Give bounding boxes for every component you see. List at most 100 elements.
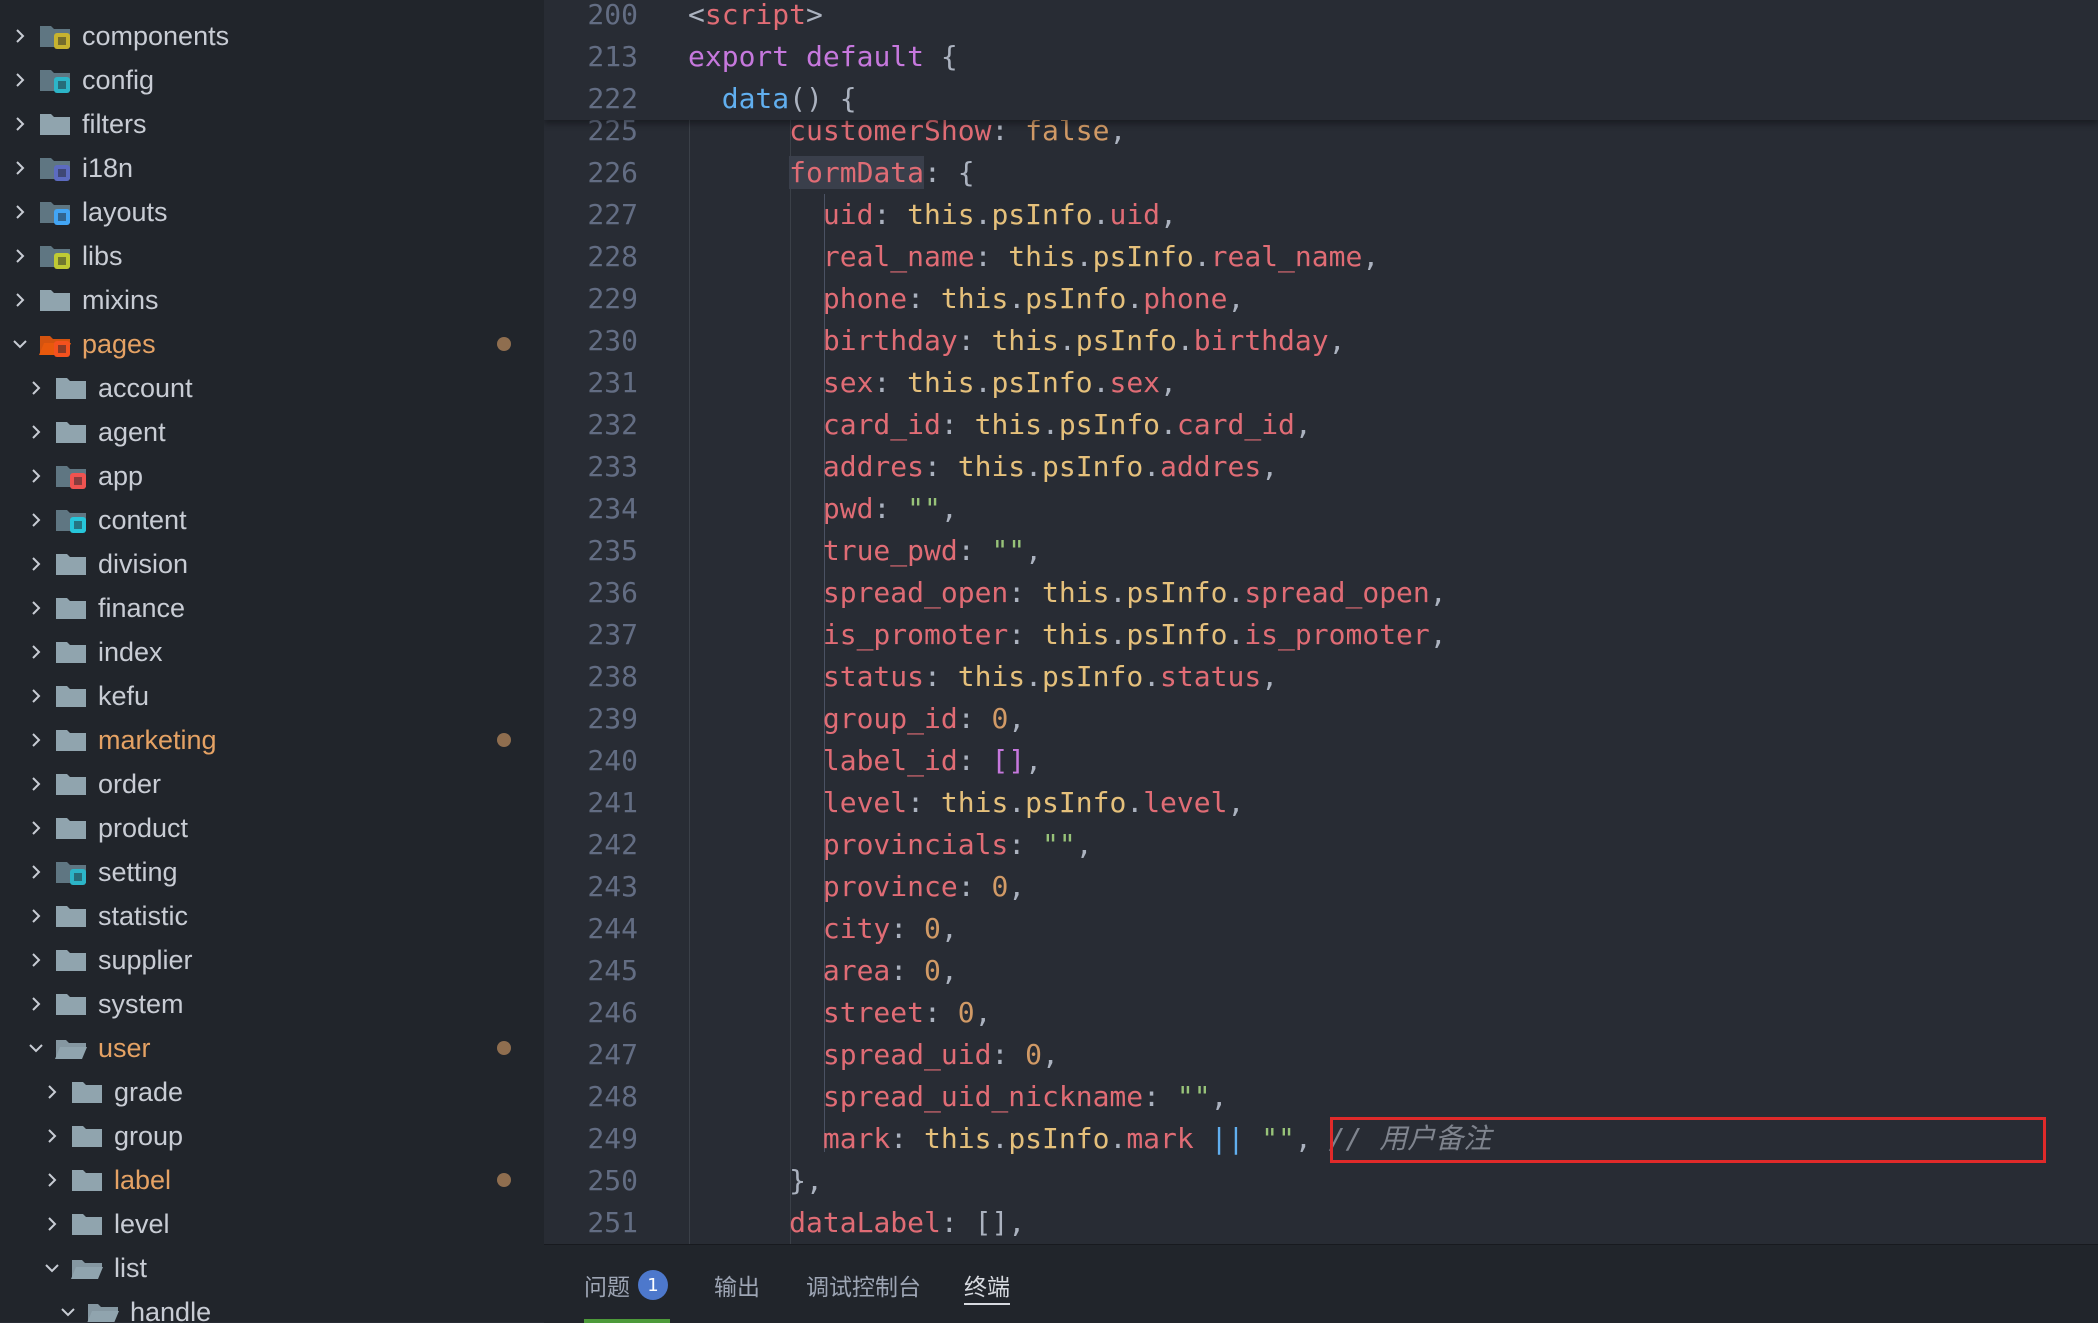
chevron-right-icon[interactable] [10, 26, 30, 46]
sticky-line[interactable]: 213 export default { [544, 36, 2098, 78]
chevron-right-icon[interactable] [10, 70, 30, 90]
tree-item-supplier[interactable]: supplier [0, 938, 544, 982]
tree-item-setting[interactable]: setting [0, 850, 544, 894]
chevron-right-icon[interactable] [26, 862, 46, 882]
tree-item-statistic[interactable]: statistic [0, 894, 544, 938]
chevron-right-icon[interactable] [26, 950, 46, 970]
folder-open-icon [86, 1298, 120, 1322]
tree-item-agent[interactable]: agent [0, 410, 544, 454]
tree-item-i18n[interactable]: i18n [0, 146, 544, 190]
chevron-right-icon[interactable] [26, 378, 46, 398]
code-line[interactable]: 227 uid: this.psInfo.uid, [544, 194, 2098, 236]
code-text: addres: this.psInfo.addres, [688, 446, 1278, 488]
tree-item-user[interactable]: user [0, 1026, 544, 1070]
chevron-right-icon[interactable] [26, 642, 46, 662]
code-line[interactable]: 236 spread_open: this.psInfo.spread_open… [544, 572, 2098, 614]
chevron-right-icon[interactable] [10, 202, 30, 222]
config-folder-icon [54, 858, 88, 886]
code-line[interactable]: 239 group_id: 0, [544, 698, 2098, 740]
chevron-right-icon[interactable] [26, 510, 46, 530]
tree-item-pages[interactable]: pages [0, 322, 544, 366]
chevron-right-icon[interactable] [42, 1126, 62, 1146]
code-line[interactable]: 250 }, [544, 1160, 2098, 1202]
code-line[interactable]: 226 formData: { [544, 152, 2098, 194]
chevron-right-icon[interactable] [10, 246, 30, 266]
chevron-down-icon[interactable] [42, 1258, 62, 1278]
tree-item-content[interactable]: content [0, 498, 544, 542]
chevron-right-icon[interactable] [10, 114, 30, 134]
chevron-right-icon[interactable] [26, 598, 46, 618]
tree-item-account[interactable]: account [0, 366, 544, 410]
tree-item-handle[interactable]: handle [0, 1290, 544, 1322]
tree-item-mixins[interactable]: mixins [0, 278, 544, 322]
tree-item-marketing[interactable]: marketing [0, 718, 544, 762]
tree-item-filters[interactable]: filters [0, 102, 544, 146]
chevron-right-icon[interactable] [26, 818, 46, 838]
tree-item-kefu[interactable]: kefu [0, 674, 544, 718]
chevron-right-icon[interactable] [26, 466, 46, 486]
code-line[interactable]: 245 area: 0, [544, 950, 2098, 992]
chevron-down-icon[interactable] [26, 1038, 46, 1058]
chevron-right-icon[interactable] [10, 290, 30, 310]
code-line[interactable]: 251 dataLabel: [], [544, 1202, 2098, 1244]
tree-item-order[interactable]: order [0, 762, 544, 806]
code-line[interactable]: 228 real_name: this.psInfo.real_name, [544, 236, 2098, 278]
tab-terminal[interactable]: 终端 [964, 1267, 1010, 1305]
code-line[interactable]: 244 city: 0, [544, 908, 2098, 950]
tree-item-division[interactable]: division [0, 542, 544, 586]
chevron-right-icon[interactable] [42, 1214, 62, 1234]
code-line[interactable]: 233 addres: this.psInfo.addres, [544, 446, 2098, 488]
code-line[interactable]: 230 birthday: this.psInfo.birthday, [544, 320, 2098, 362]
tab-problems[interactable]: 问题 1 [584, 1267, 668, 1303]
chevron-right-icon[interactable] [10, 158, 30, 178]
tree-item-libs[interactable]: libs [0, 234, 544, 278]
code-line[interactable]: 235 true_pwd: "", [544, 530, 2098, 572]
chevron-right-icon[interactable] [26, 906, 46, 926]
code-line[interactable]: 238 status: this.psInfo.status, [544, 656, 2098, 698]
sticky-line[interactable]: 200 <script> [544, 0, 2098, 36]
code-line[interactable]: 237 is_promoter: this.psInfo.is_promoter… [544, 614, 2098, 656]
chevron-down-icon[interactable] [58, 1302, 78, 1322]
chevron-right-icon[interactable] [26, 686, 46, 706]
chevron-down-icon[interactable] [10, 334, 30, 354]
folder-icon [54, 902, 88, 930]
tree-item-label[interactable]: label [0, 1158, 544, 1202]
tab-output[interactable]: 输出 [714, 1267, 760, 1303]
tree-item-group[interactable]: group [0, 1114, 544, 1158]
code-line[interactable]: 247 spread_uid: 0, [544, 1034, 2098, 1076]
code-line[interactable]: 231 sex: this.psInfo.sex, [544, 362, 2098, 404]
code-line[interactable]: 241 level: this.psInfo.level, [544, 782, 2098, 824]
code-line[interactable]: 248 spread_uid_nickname: "", [544, 1076, 2098, 1118]
code-token: city [822, 912, 891, 945]
code-line[interactable]: 242 provincials: "", [544, 824, 2098, 866]
chevron-right-icon[interactable] [26, 554, 46, 574]
tree-item-list[interactable]: list [0, 1246, 544, 1290]
tree-item-finance[interactable]: finance [0, 586, 544, 630]
tree-item-system[interactable]: system [0, 982, 544, 1026]
chevron-right-icon[interactable] [26, 730, 46, 750]
tab-debug-console[interactable]: 调试控制台 [806, 1267, 921, 1303]
chevron-right-icon[interactable] [26, 422, 46, 442]
code-line[interactable]: 234 pwd: "", [544, 488, 2098, 530]
sticky-scroll-header[interactable]: 200 <script> 213 export default {222 data()… [544, 0, 2098, 120]
tree-item-level[interactable]: level [0, 1202, 544, 1246]
chevron-right-icon[interactable] [26, 994, 46, 1014]
code-line[interactable]: 246 street: 0, [544, 992, 2098, 1034]
tree-item-grade[interactable]: grade [0, 1070, 544, 1114]
tree-item-components[interactable]: components [0, 14, 544, 58]
tree-item-product[interactable]: product [0, 806, 544, 850]
code-editor[interactable]: 200 <script> 213 export default {222 data()… [544, 0, 2098, 1244]
code-line[interactable]: 229 phone: this.psInfo.phone, [544, 278, 2098, 320]
tree-item-layouts[interactable]: layouts [0, 190, 544, 234]
chevron-right-icon[interactable] [26, 774, 46, 794]
sticky-line[interactable]: 222 data() { [544, 78, 2098, 120]
code-text: street: 0, [688, 992, 992, 1034]
tree-item-app[interactable]: app [0, 454, 544, 498]
chevron-right-icon[interactable] [42, 1082, 62, 1102]
tree-item-config[interactable]: config [0, 58, 544, 102]
code-line[interactable]: 240 label_id: [], [544, 740, 2098, 782]
tree-item-index[interactable]: index [0, 630, 544, 674]
code-line[interactable]: 243 province: 0, [544, 866, 2098, 908]
chevron-right-icon[interactable] [42, 1170, 62, 1190]
code-line[interactable]: 232 card_id: this.psInfo.card_id, [544, 404, 2098, 446]
